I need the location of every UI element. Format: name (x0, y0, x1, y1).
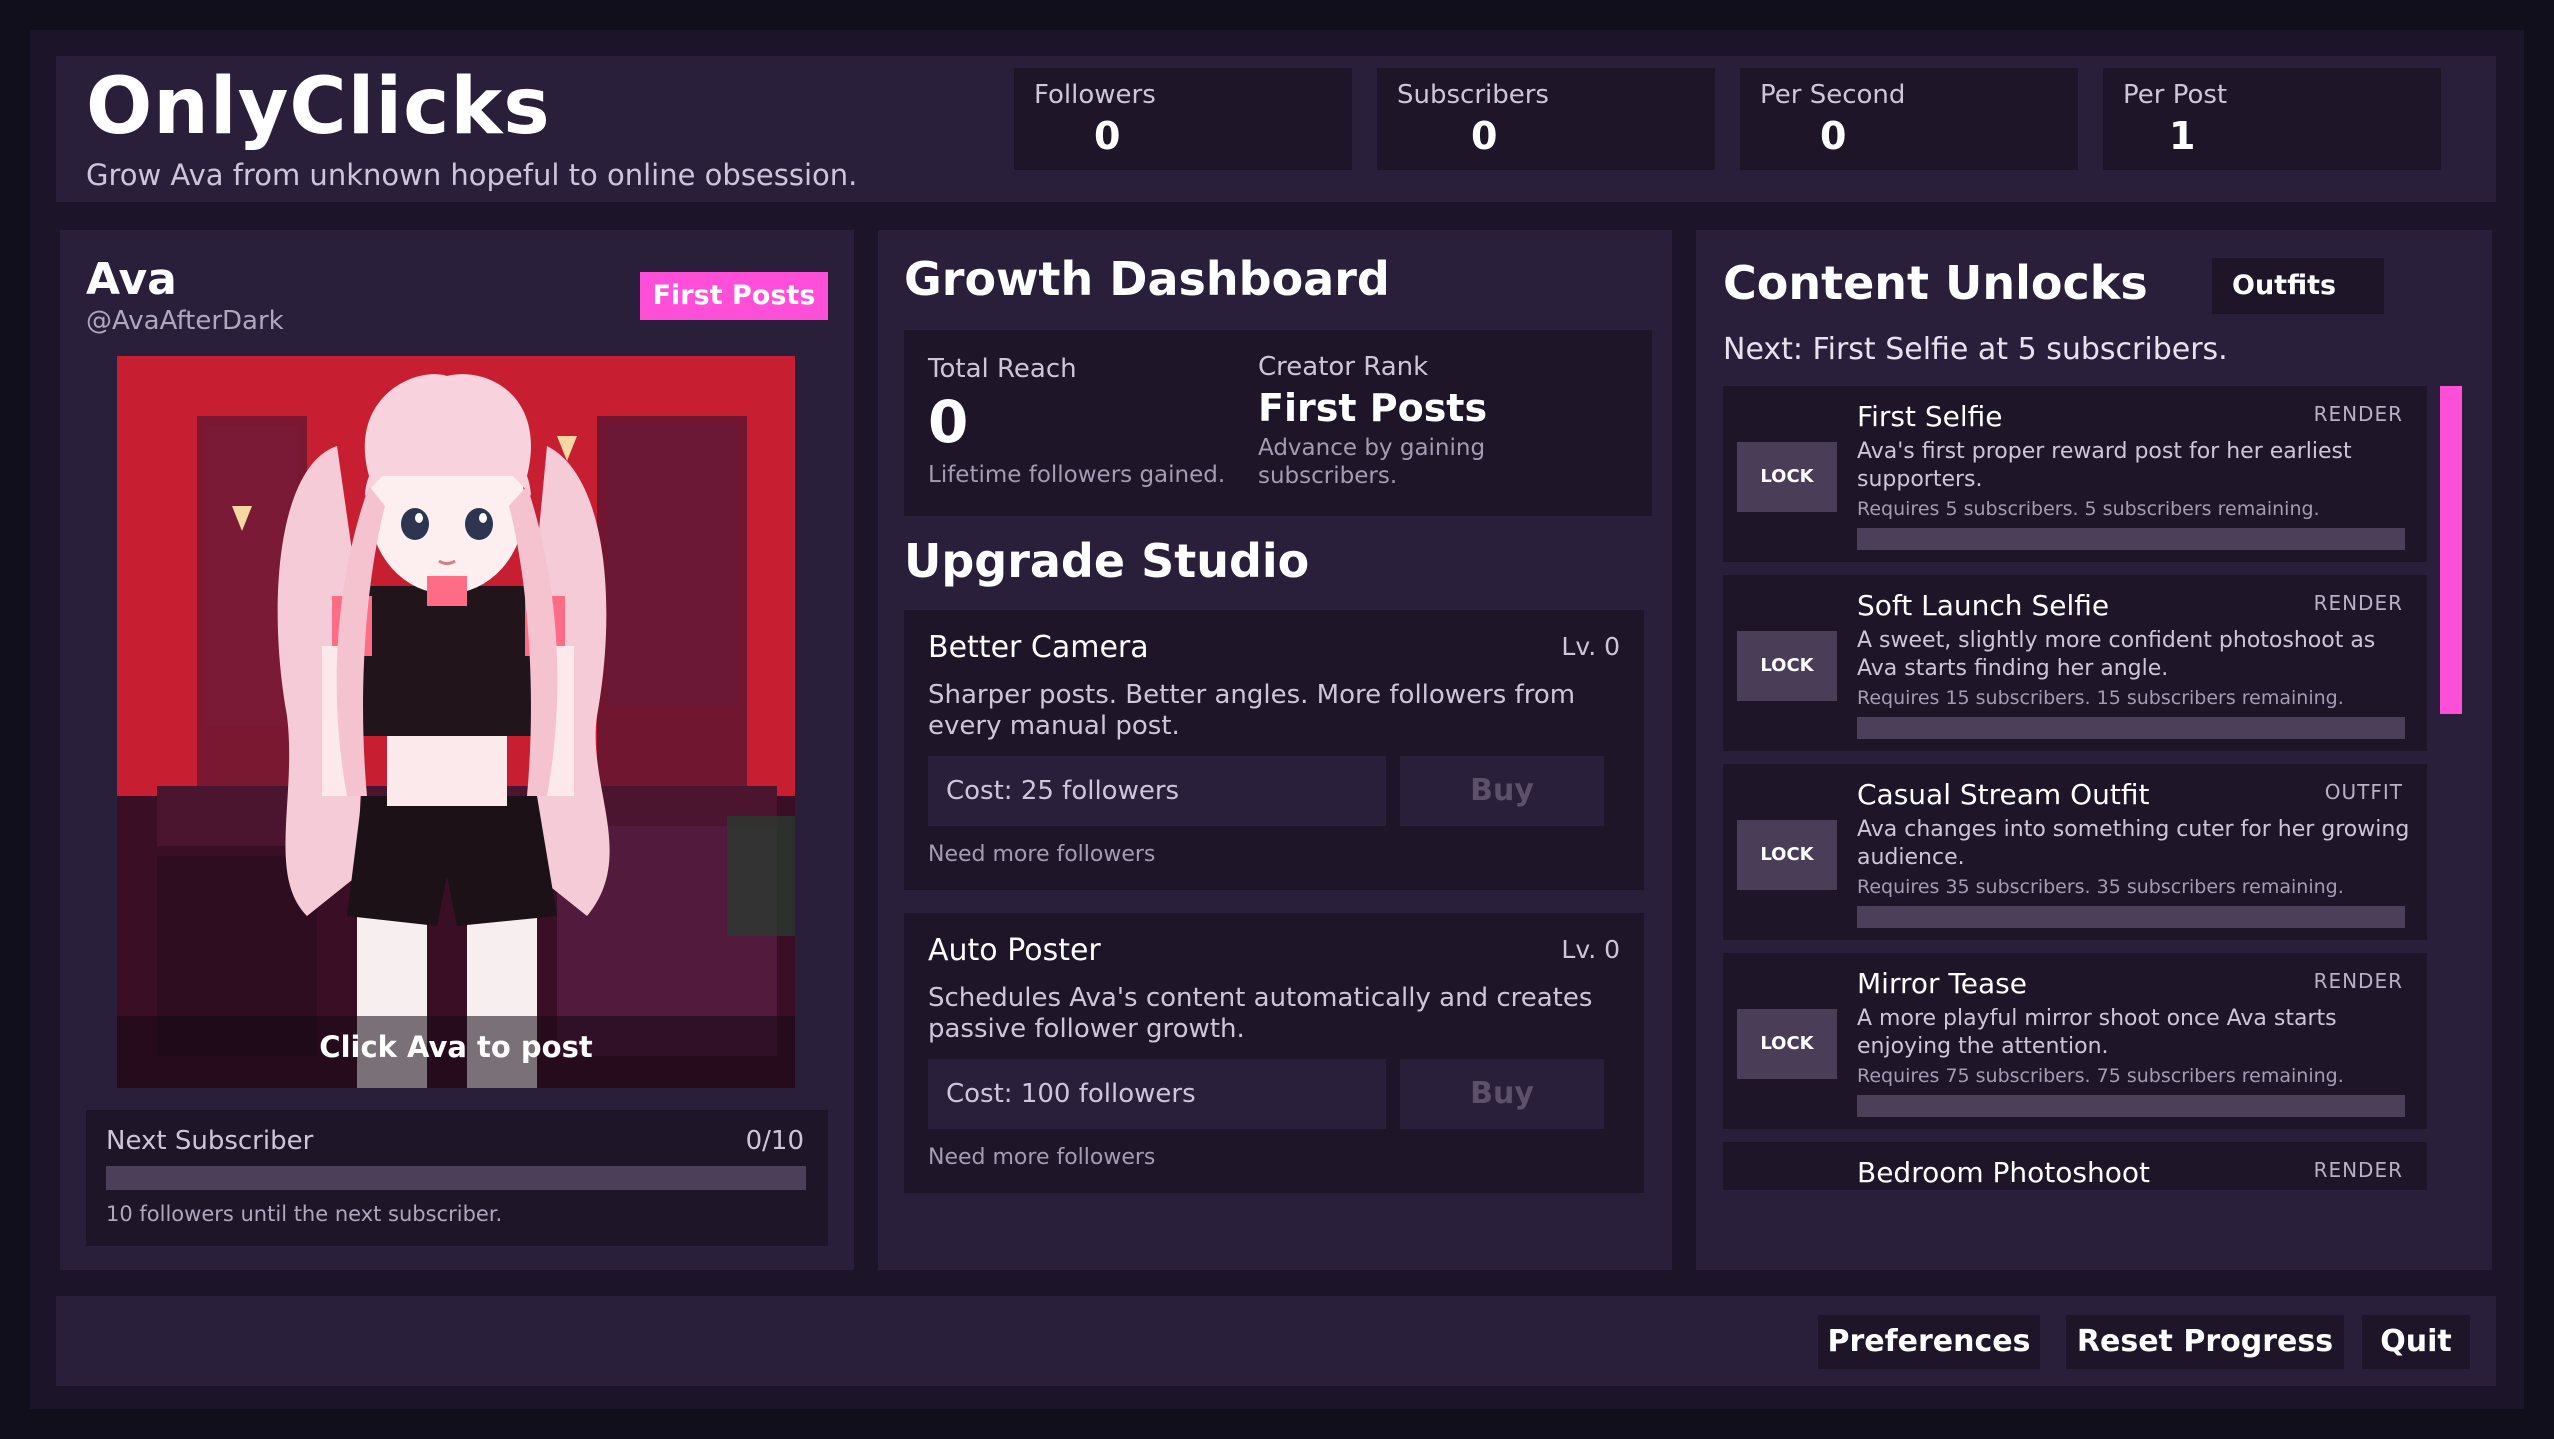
unlock-card: LOCK Casual Stream Outfit OUTFIT Ava cha… (1723, 764, 2427, 940)
unlock-progress (1857, 528, 2405, 550)
unlock-requirement: Requires 15 subscribers. 15 subscribers … (1857, 687, 2344, 709)
unlock-type: RENDER (2313, 969, 2403, 993)
creator-rank-label: Creator Rank (1258, 352, 1429, 382)
lock-icon: LOCK (1737, 820, 1837, 890)
quit-button[interactable]: Quit (2362, 1315, 2470, 1369)
next-subscriber-note: 10 followers until the next subscriber. (106, 1202, 503, 1226)
tab-outfits[interactable]: Outfits (2212, 258, 2384, 314)
stat-label: Subscribers (1397, 80, 1549, 110)
lock-icon: LOCK (1737, 1009, 1837, 1079)
stat-per-post: Per Post 1 (2103, 68, 2441, 170)
stat-value: 0 (1471, 114, 1498, 158)
unlock-title: Bedroom Photoshoot (1857, 1156, 2150, 1189)
unlock-description: Ava's first proper reward post for her e… (1857, 439, 2352, 492)
unlocks-scrollbar[interactable] (2440, 386, 2462, 714)
stat-label: Per Post (2123, 80, 2228, 110)
unlock-requirement: Requires 5 subscribers. 5 subscribers re… (1857, 498, 2320, 520)
lock-icon: LOCK (1737, 442, 1837, 512)
reset-progress-button[interactable]: Reset Progress (2066, 1315, 2344, 1369)
unlock-progress (1857, 717, 2405, 739)
total-reach-label: Total Reach (928, 354, 1077, 384)
unlock-card: Bedroom Photoshoot RENDER (1723, 1142, 2427, 1190)
game-title: OnlyClicks (86, 62, 551, 152)
unlock-card: LOCK First Selfie RENDER Ava's first pro… (1723, 386, 2427, 562)
rank-badge: First Posts (640, 272, 828, 320)
unlock-type: RENDER (2313, 591, 2403, 615)
game-subtitle: Grow Ava from unknown hopeful to online … (86, 158, 858, 192)
unlock-title: First Selfie (1857, 400, 2003, 433)
unlock-description: A more playful mirror shoot once Ava sta… (1857, 1006, 2337, 1059)
unlock-requirement: Requires 35 subscribers. 35 subscribers … (1857, 876, 2344, 898)
stat-value: 0 (1094, 114, 1121, 158)
unlock-card: LOCK Soft Launch Selfie RENDER A sweet, … (1723, 575, 2427, 751)
unlock-title: Casual Stream Outfit (1857, 778, 2150, 811)
stat-value: 0 (1820, 114, 1847, 158)
profile-handle: @AvaAfterDark (86, 306, 284, 336)
preferences-button[interactable]: Preferences (1818, 1315, 2040, 1369)
unlock-title: Mirror Tease (1857, 967, 2027, 1000)
stat-subscribers: Subscribers 0 (1377, 68, 1715, 170)
stat-label: Followers (1034, 80, 1156, 110)
unlock-description: Ava changes into something cuter for her… (1857, 817, 2410, 870)
lock-icon: LOCK (1737, 631, 1837, 701)
unlock-card: LOCK Mirror Tease RENDER A more playful … (1723, 953, 2427, 1129)
unlock-description: A sweet, slightly more confident photosh… (1857, 628, 2376, 681)
stat-label: Per Second (1760, 80, 1906, 110)
content-unlocks-title: Content Unlocks (1723, 256, 2148, 310)
unlock-progress (1857, 906, 2405, 928)
unlock-requirement: Requires 75 subscribers. 75 subscribers … (1857, 1065, 2344, 1087)
growth-dashboard-title: Growth Dashboard (904, 252, 1390, 306)
stat-followers: Followers 0 (1014, 68, 1352, 170)
unlock-type: RENDER (2313, 1158, 2403, 1182)
unlock-progress (1857, 1095, 2405, 1117)
unlock-type: RENDER (2313, 402, 2403, 426)
stat-per-second: Per Second 0 (1740, 68, 2078, 170)
stat-value: 1 (2169, 114, 2196, 158)
next-unlock-note: Next: First Selfie at 5 subscribers. (1723, 332, 2228, 367)
profile-name: Ava (86, 254, 177, 305)
unlock-title: Soft Launch Selfie (1857, 589, 2110, 622)
unlock-type: OUTFIT (2324, 780, 2403, 804)
